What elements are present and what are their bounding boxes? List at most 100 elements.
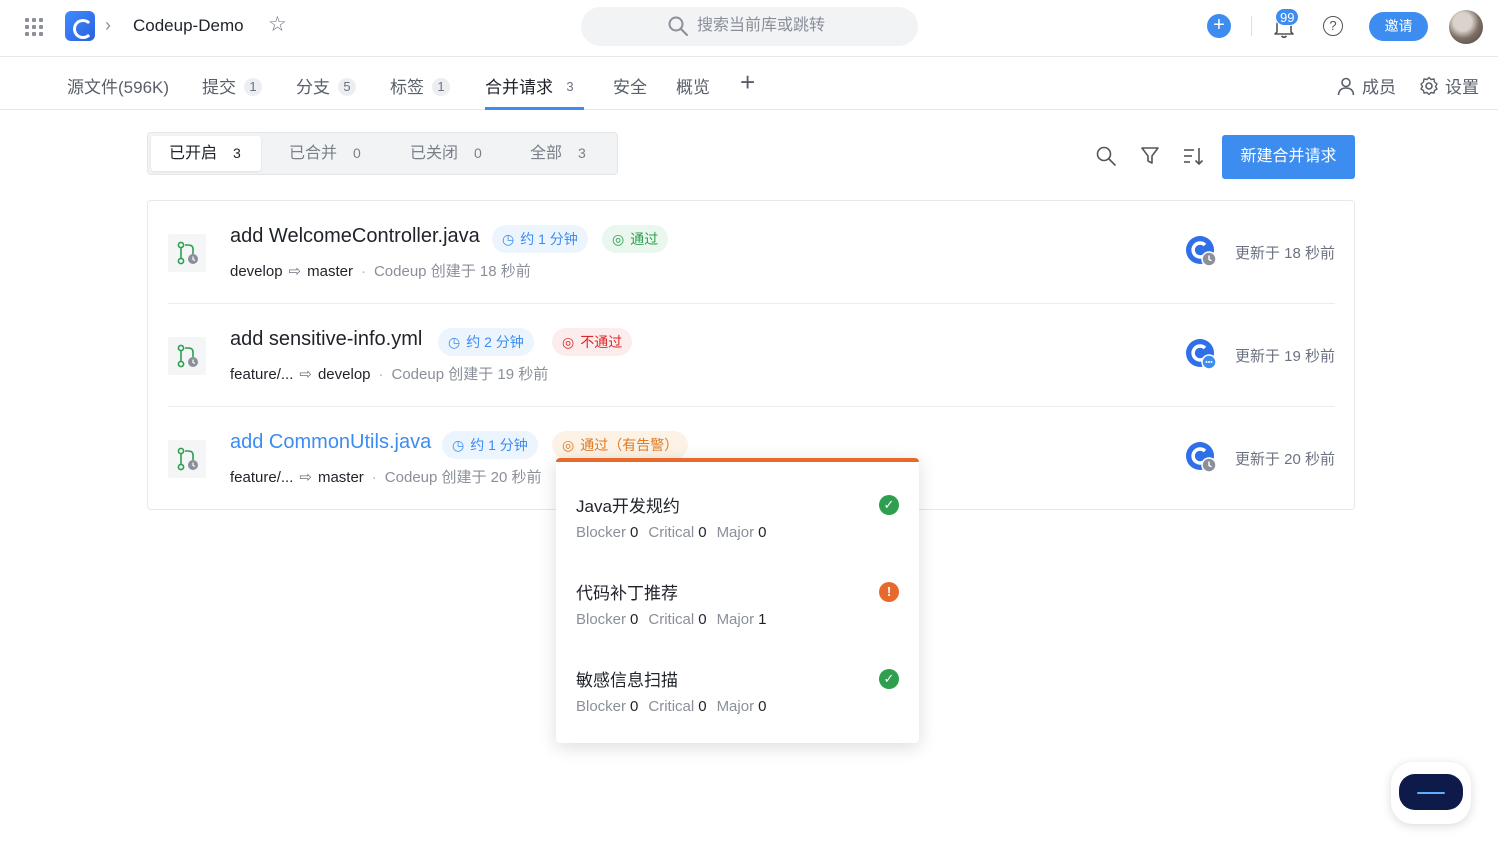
reviewer-avatar[interactable]	[1186, 442, 1217, 473]
check-item[interactable]: 代码补丁推荐 ! Blocker 0 Critical 0 Major 1	[576, 579, 899, 649]
source-branch[interactable]: develop	[230, 263, 283, 280]
target-branch[interactable]: develop	[318, 366, 371, 383]
check-item[interactable]: 敏感信息扫描 ✓ Blocker 0 Critical 0 Major 0	[576, 666, 899, 736]
search-input[interactable]	[697, 14, 897, 38]
blocker-count: 0	[630, 611, 639, 628]
scan-icon: ◎	[612, 231, 625, 247]
star-icon[interactable]: ☆	[268, 14, 287, 35]
settings-label: 设置	[1445, 78, 1479, 97]
check-status-tag[interactable]: ◎ 不通过	[552, 328, 633, 356]
filter-label: 已关闭	[410, 145, 459, 162]
critical-count: 0	[698, 698, 707, 715]
chevron-right-icon: ›	[105, 15, 111, 35]
merge-request-icon	[168, 337, 206, 375]
filter-label: 全部	[530, 145, 563, 162]
duration-text: 约 2 分钟	[466, 334, 524, 350]
members-link[interactable]: 成员	[1336, 73, 1396, 98]
members-label: 成员	[1362, 78, 1396, 97]
merge-request-row[interactable]: add sensitive-info.yml ◷ 约 2 分钟 ◎ 不通过 feat…	[168, 304, 1335, 407]
codeup-logo-icon[interactable]	[65, 11, 95, 41]
status-text: 不通过	[580, 334, 623, 350]
major-label: Major	[716, 698, 755, 715]
merge-request-title[interactable]: add CommonUtils.java	[230, 431, 431, 454]
updated-time: 更新于 20 秒前	[1234, 451, 1335, 468]
source-branch[interactable]: feature/...	[230, 366, 293, 383]
app-grid-icon[interactable]	[25, 18, 43, 36]
check-success-icon: ✓	[879, 669, 899, 689]
major-count: 0	[758, 698, 767, 715]
status-text: 通过	[630, 231, 659, 247]
filter-label: 已开启	[169, 145, 218, 162]
repo-name[interactable]: Codeup-Demo	[133, 16, 244, 36]
tab-security[interactable]: 安全	[613, 73, 647, 110]
separator-dot: ·	[360, 263, 366, 280]
tab-commits[interactable]: 提交 1	[202, 73, 262, 110]
global-search[interactable]	[581, 7, 918, 46]
clock-icon: ◷	[502, 231, 515, 247]
critical-label: Critical	[648, 524, 695, 541]
filter-open[interactable]: 已开启 3	[151, 136, 261, 171]
clock-icon: ◷	[452, 437, 465, 453]
search-icon	[668, 16, 688, 36]
check-item[interactable]: Java开发规约 ✓ Blocker 0 Critical 0 Major 0	[576, 492, 899, 562]
check-warning-icon: !	[879, 582, 899, 602]
search-icon[interactable]	[1095, 145, 1117, 167]
merge-request-title[interactable]: add sensitive-info.yml	[230, 328, 422, 351]
tab-source[interactable]: 源文件(596K)	[67, 73, 169, 110]
filter-count: 3	[233, 145, 241, 161]
author: Codeup	[384, 469, 438, 486]
new-merge-request-button[interactable]: 新建合并请求	[1222, 135, 1355, 179]
merge-request-row[interactable]: add WelcomeController.java ◷ 约 1 分钟 ◎ 通过 d…	[168, 201, 1335, 304]
check-status-tag[interactable]: ◎ 通过（有告警）	[552, 431, 689, 459]
check-results-popover: Java开发规约 ✓ Blocker 0 Critical 0 Major 0 代码补丁推…	[556, 458, 919, 743]
merge-request-meta: feature/... ⇨ master · Codeup 创建于 20 秒前	[230, 466, 542, 487]
create-plus-button[interactable]: +	[1207, 14, 1231, 38]
merge-request-meta: develop ⇨ master · Codeup 创建于 18 秒前	[230, 260, 531, 281]
ai-assistant-button[interactable]	[1391, 762, 1471, 824]
target-branch[interactable]: master	[318, 469, 364, 486]
check-status-tag[interactable]: ◎ 通过	[602, 225, 669, 253]
tab-label: 概览	[676, 78, 710, 97]
filter-merged[interactable]: 已合并 0	[271, 136, 361, 171]
reviewer-avatar[interactable]	[1186, 236, 1217, 267]
reviewer-avatar[interactable]	[1186, 339, 1217, 370]
created-time: 创建于 20 秒前	[441, 469, 542, 486]
tab-branches[interactable]: 分支 5	[296, 73, 356, 110]
blocker-count: 0	[630, 698, 639, 715]
source-branch[interactable]: feature/...	[230, 469, 293, 486]
check-name: 代码补丁推荐	[576, 584, 678, 603]
duration-text: 约 1 分钟	[470, 437, 528, 453]
sort-icon[interactable]	[1182, 145, 1204, 167]
filter-closed[interactable]: 已关闭 0	[392, 136, 482, 171]
check-stats: Blocker 0 Critical 0 Major 0	[576, 524, 776, 541]
user-avatar[interactable]	[1449, 10, 1483, 44]
tab-tags[interactable]: 标签 1	[390, 73, 450, 110]
add-tab-icon[interactable]: +	[740, 69, 755, 95]
filter-icon[interactable]	[1140, 145, 1160, 167]
merge-request-meta: feature/... ⇨ develop · Codeup 创建于 19 秒前	[230, 363, 548, 384]
tab-label: 源文件(596K)	[67, 78, 170, 97]
critical-label: Critical	[648, 698, 695, 715]
settings-link[interactable]: 设置	[1419, 73, 1479, 98]
tab-overview[interactable]: 概览	[676, 73, 710, 110]
check-stats: Blocker 0 Critical 0 Major 0	[576, 698, 776, 715]
target-branch[interactable]: master	[307, 263, 353, 280]
invite-button[interactable]: 邀请	[1369, 12, 1428, 41]
help-icon[interactable]: ?	[1323, 16, 1343, 36]
merge-request-title[interactable]: add WelcomeController.java	[230, 225, 480, 248]
duration-text: 约 1 分钟	[520, 231, 578, 247]
tab-label: 分支	[296, 78, 330, 97]
filter-all[interactable]: 全部 3	[512, 136, 586, 171]
active-tab-indicator	[485, 107, 584, 110]
filter-count: 0	[353, 145, 361, 161]
repo-nav: 源文件(596K) 提交 1 分支 5 标签 1 合并请求 3 安全 概览 + 成员 设…	[0, 57, 1498, 110]
merge-request-icon	[168, 234, 206, 272]
divider	[1251, 16, 1252, 36]
filter-label: 已合并	[289, 145, 338, 162]
gear-icon	[1420, 76, 1438, 96]
status-filter: 已开启 3 已合并 0 已关闭 0 全部 3	[147, 132, 618, 175]
filter-count: 0	[474, 145, 482, 161]
blocker-label: Blocker	[576, 698, 627, 715]
tab-merge-requests[interactable]: 合并请求 3	[485, 73, 579, 110]
major-count: 1	[758, 611, 767, 628]
